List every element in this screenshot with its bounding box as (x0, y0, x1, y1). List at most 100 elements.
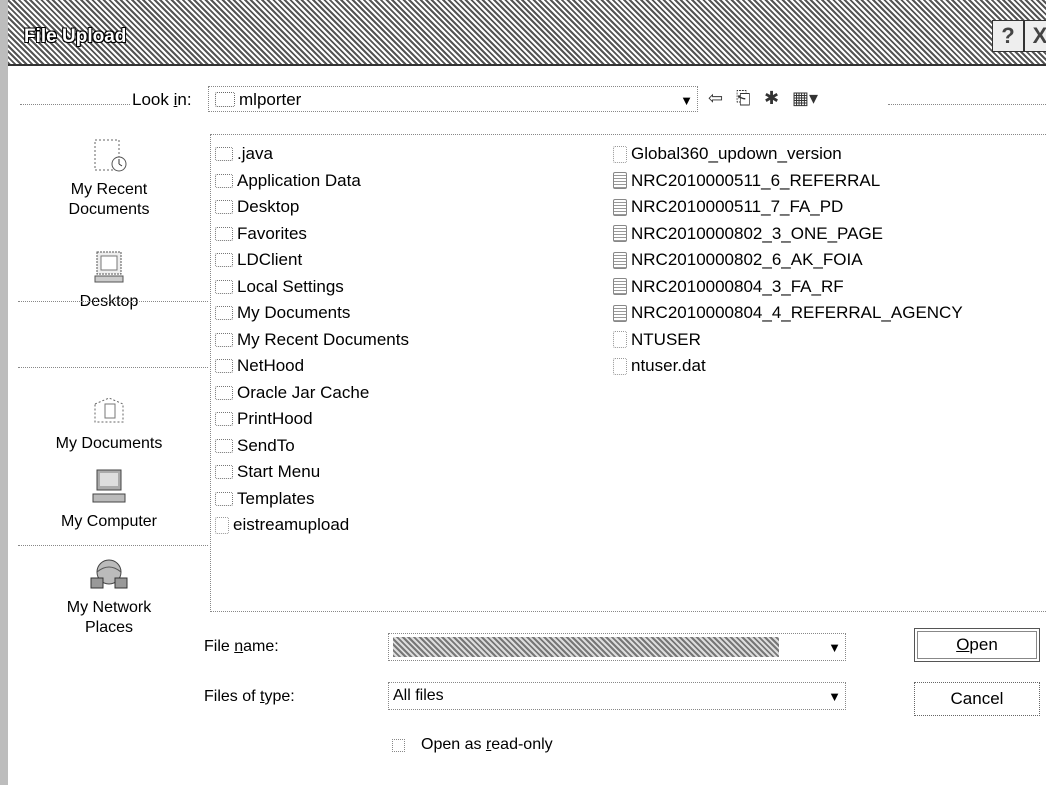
list-item[interactable]: NRC2010000511_6_REFERRAL (613, 168, 963, 195)
list-item[interactable]: NRC2010000802_3_ONE_PAGE (613, 221, 963, 248)
folder-icon (215, 359, 233, 374)
list-item[interactable]: NTUSER (613, 327, 963, 354)
divider (18, 367, 208, 368)
list-item[interactable]: .java (215, 141, 409, 168)
network-places-icon (87, 554, 131, 594)
read-only-label: Open as read-only (421, 736, 553, 753)
file-name-field[interactable]: ▼ (388, 633, 846, 661)
folder-icon (215, 412, 233, 427)
folder-icon (215, 92, 235, 107)
files-of-type-value: All files (393, 687, 444, 704)
document-icon (613, 225, 627, 243)
list-item[interactable]: Desktop (215, 194, 409, 221)
list-item[interactable]: Oracle Jar Cache (215, 380, 409, 407)
document-icon (613, 251, 627, 269)
cancel-button[interactable]: Cancel (914, 682, 1040, 716)
file-icon (613, 331, 627, 349)
folder-icon (215, 279, 233, 294)
chevron-down-icon[interactable]: ▼ (828, 689, 841, 704)
document-icon (613, 172, 627, 190)
my-documents-icon (87, 390, 131, 430)
folder-icon (215, 306, 233, 321)
file-icon (215, 516, 229, 534)
list-item[interactable]: NRC2010000511_7_FA_PD (613, 194, 963, 221)
place-label: My Computer (60, 513, 158, 530)
folder-icon (215, 173, 233, 188)
chevron-down-icon[interactable]: ▼ (828, 640, 841, 655)
file-column: Global360_updown_version NRC2010000511_6… (613, 141, 963, 380)
file-list[interactable]: .java Application Data Desktop Favorites… (210, 134, 1046, 612)
view-menu-icon[interactable]: ▦▾ (792, 88, 818, 109)
divider (888, 104, 1046, 105)
close-button[interactable]: X (1024, 20, 1046, 52)
place-label: My Recent (70, 181, 148, 198)
file-column: .java Application Data Desktop Favorites… (215, 141, 409, 539)
list-item[interactable]: Global360_updown_version (613, 141, 963, 168)
list-item[interactable]: Templates (215, 486, 409, 513)
look-in-row: Look in: mlporter ▼ ⇦ ⎗ ✱ ▦▾ (8, 86, 1046, 114)
back-icon[interactable]: ⇦ (708, 88, 723, 109)
places-bar: My Recent Documents Desktop My Documents… (18, 132, 208, 692)
folder-icon (215, 332, 233, 347)
list-item[interactable]: NRC2010000804_4_REFERRAL_AGENCY (613, 300, 963, 327)
title-bar[interactable]: File Upload ? X (8, 0, 1046, 66)
list-item[interactable]: ntuser.dat (613, 353, 963, 380)
place-network-places[interactable]: My Network Places (18, 554, 200, 638)
open-button[interactable]: Open (914, 628, 1040, 662)
list-item[interactable]: My Documents (215, 300, 409, 327)
place-label: My Documents (55, 435, 163, 452)
folder-icon (215, 200, 233, 215)
look-in-label: Look in: (132, 90, 192, 109)
list-item[interactable]: Favorites (215, 221, 409, 248)
list-item[interactable]: Application Data (215, 168, 409, 195)
file-icon (613, 145, 627, 163)
place-my-computer[interactable]: My Computer (18, 468, 200, 532)
list-item[interactable]: NRC2010000802_6_AK_FOIA (613, 247, 963, 274)
window-title: File Upload (24, 26, 127, 47)
up-folder-icon[interactable]: ⎗ (736, 88, 750, 109)
divider (20, 104, 130, 105)
list-item[interactable]: Start Menu (215, 459, 409, 486)
document-icon (613, 278, 627, 296)
read-only-option[interactable]: Open as read-only (392, 736, 553, 754)
recent-documents-icon (87, 136, 131, 176)
divider (18, 545, 208, 546)
place-label: Documents (68, 201, 150, 218)
file-icon (613, 357, 627, 375)
place-recent-documents[interactable]: My Recent Documents (18, 136, 200, 220)
chevron-down-icon[interactable]: ▼ (680, 93, 693, 108)
folder-icon (215, 465, 233, 480)
look-in-dropdown[interactable]: mlporter ▼ (208, 86, 698, 112)
look-in-value: mlporter (239, 90, 302, 109)
list-item[interactable]: eistreamupload (215, 512, 409, 539)
place-my-documents[interactable]: My Documents (18, 390, 200, 454)
folder-icon (215, 226, 233, 241)
files-of-type-dropdown[interactable]: All files ▼ (388, 682, 846, 710)
list-item[interactable]: Local Settings (215, 274, 409, 301)
list-item[interactable]: NetHood (215, 353, 409, 380)
place-label: Desktop (79, 293, 139, 310)
help-button[interactable]: ? (992, 20, 1024, 52)
folder-icon (215, 385, 233, 400)
list-item[interactable]: LDClient (215, 247, 409, 274)
read-only-checkbox[interactable] (392, 738, 405, 752)
list-item[interactable]: SendTo (215, 433, 409, 460)
list-item[interactable]: PrintHood (215, 406, 409, 433)
folder-icon (215, 438, 233, 453)
place-desktop[interactable]: Desktop (18, 248, 200, 312)
files-of-type-label: Files of type: (204, 688, 295, 705)
list-item[interactable]: My Recent Documents (215, 327, 409, 354)
document-icon (613, 198, 627, 216)
file-upload-dialog: File Upload ? X Look in: mlporter ▼ ⇦ ⎗ … (0, 0, 1046, 785)
place-label: Places (84, 619, 134, 636)
list-item[interactable]: NRC2010000804_3_FA_RF (613, 274, 963, 301)
place-label: My Network (66, 599, 152, 616)
new-folder-icon[interactable]: ✱ (764, 88, 779, 109)
divider (18, 301, 208, 302)
my-computer-icon (87, 468, 131, 508)
desktop-icon (87, 248, 131, 288)
file-name-selection (393, 637, 779, 657)
document-icon (613, 304, 627, 322)
folder-icon (215, 491, 233, 506)
folder-icon (215, 147, 233, 162)
